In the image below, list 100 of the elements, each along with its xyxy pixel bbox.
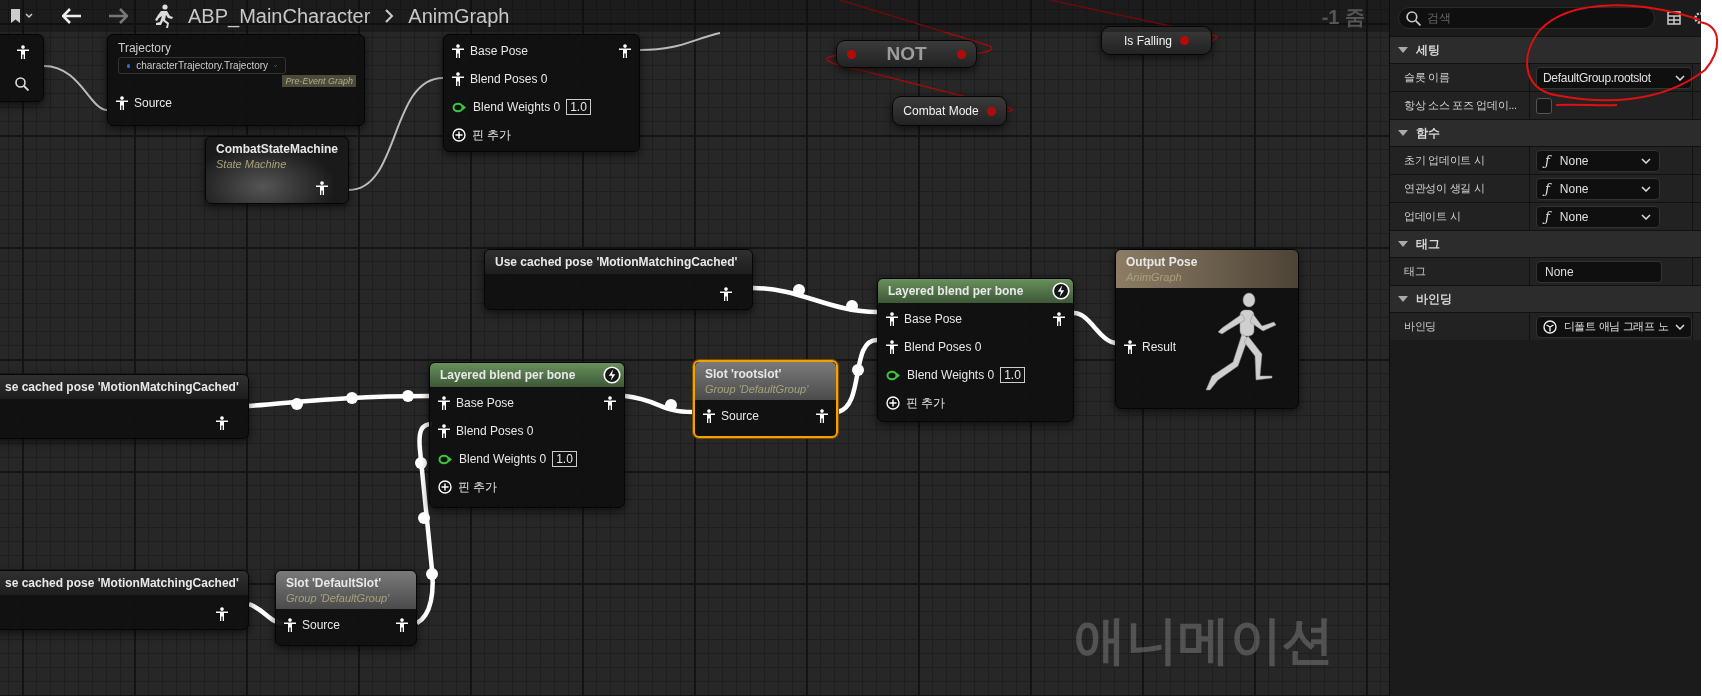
node-title: Combat Mode — [903, 104, 979, 118]
pin-label: 핀 추가 — [458, 478, 498, 496]
pose-wire — [624, 393, 694, 415]
float-pin-icon[interactable] — [886, 369, 901, 381]
node-title: se cached pose 'MotionMatchingCached' — [5, 380, 239, 394]
function-dropdown[interactable]: ƒ None — [1536, 149, 1660, 172]
pose-wire — [1073, 310, 1118, 346]
search-field[interactable]: 검색 — [1398, 7, 1655, 29]
pose-pin-icon[interactable] — [720, 287, 732, 301]
graph-node[interactable]: CombatStateMachine State Machine — [205, 136, 349, 204]
pose-pin-icon[interactable] — [604, 396, 616, 410]
pin-label: Blend Poses 0 — [456, 424, 534, 438]
node-title: Use cached pose 'MotionMatchingCached' — [495, 255, 738, 269]
property-label: 연관성이 생길 시 — [1404, 181, 1485, 196]
graph-node[interactable]: NOT — [836, 40, 977, 68]
value-field[interactable]: 1.0 — [566, 99, 591, 115]
pose-pin-icon[interactable] — [438, 424, 450, 438]
back-arrow-icon[interactable] — [62, 8, 82, 24]
pin-dot-icon[interactable] — [986, 106, 996, 116]
pose-pin-icon[interactable] — [284, 618, 296, 632]
pose-pin-icon[interactable] — [116, 96, 128, 110]
add-pin-icon[interactable] — [438, 480, 452, 494]
pose-pin-icon[interactable] — [886, 340, 898, 354]
caret-icon — [1675, 323, 1685, 330]
node-subtitle: Group 'DefaultGroup' — [286, 592, 391, 604]
collapse-arrow-icon — [1398, 239, 1408, 249]
binding-dropdown[interactable]: 디폴트 애님 그래프 노 — [1536, 315, 1692, 338]
section-header[interactable]: 태그 — [1390, 230, 1701, 257]
graph-tag: Pre-Event Graph — [282, 75, 356, 87]
graph-node[interactable]: Is Falling — [1101, 26, 1212, 55]
table-layout-icon[interactable] — [1667, 11, 1681, 25]
graph-node[interactable]: Use cached pose 'MotionMatchingCached' — [484, 249, 753, 310]
add-pin-icon[interactable] — [886, 396, 900, 410]
node-subtitle: Group 'DefaultGroup' — [705, 383, 810, 395]
float-pin-icon[interactable] — [438, 453, 453, 465]
pose-pin-icon[interactable] — [17, 45, 29, 59]
graph-node[interactable]: Slot 'rootslot' Group 'DefaultGroup' Source — [693, 360, 838, 438]
property-label: 바인딩 — [1404, 319, 1437, 334]
property-label: 태그 — [1404, 264, 1426, 279]
pose-pin-icon[interactable] — [316, 181, 328, 195]
pin-label: Base Pose — [470, 44, 529, 58]
pose-pin-icon[interactable] — [816, 409, 828, 423]
section-title: 바인딩 — [1416, 290, 1452, 308]
breadcrumb-link[interactable]: ABP_MainCharacter — [188, 4, 371, 28]
pose-wire — [43, 65, 108, 111]
pose-pin-icon[interactable] — [396, 618, 408, 632]
pose-pin-icon[interactable] — [1124, 340, 1136, 354]
pose-pin-icon[interactable] — [216, 607, 228, 621]
pose-pin-icon[interactable] — [886, 312, 898, 326]
graph-node[interactable] — [0, 34, 44, 102]
section-header[interactable]: 함수 — [1390, 119, 1701, 146]
graph-node[interactable]: Combat Mode — [892, 96, 1007, 126]
breadcrumb-link[interactable]: AnimGraph — [408, 4, 510, 28]
graph-node[interactable]: Trajectory characterTrajectory.Trajectory Pre-Event Graph Source — [107, 34, 365, 126]
graph-node[interactable]: Layered blend per bone Base Pose Blend Poses 0 Blend Weights 0 1.0 핀 추가 — [877, 278, 1074, 422]
pin-dot-icon[interactable] — [1180, 36, 1189, 45]
search-icon[interactable] — [15, 77, 29, 91]
property-dropdown[interactable]: characterTrajectory.Trajectory — [118, 57, 286, 74]
add-pin-icon[interactable] — [452, 128, 466, 142]
graph-node[interactable]: se cached pose 'MotionMatchingCached' — [0, 374, 249, 439]
running-figure-icon — [152, 4, 174, 28]
section-title: 함수 — [1416, 124, 1440, 142]
node-title: NOT — [886, 43, 927, 65]
pin-dot-icon[interactable] — [957, 49, 966, 59]
node-title: Layered blend per bone — [440, 368, 576, 382]
pose-pin-icon[interactable] — [438, 396, 450, 410]
graph-node[interactable]: Slot 'DefaultSlot' Group 'DefaultGroup' Source — [275, 570, 417, 646]
node-title: CombatStateMachine — [216, 142, 339, 156]
pose-pin-icon[interactable] — [452, 72, 464, 86]
pose-pin-icon[interactable] — [619, 44, 631, 58]
node-icon — [1543, 319, 1557, 334]
forward-arrow-icon[interactable] — [108, 8, 128, 24]
pose-pin-icon[interactable] — [1053, 312, 1065, 326]
pin-label: Blend Poses 0 — [904, 340, 982, 354]
checkbox[interactable] — [1536, 97, 1552, 114]
node-title: Layered blend per bone — [888, 284, 1024, 298]
pose-pin-icon[interactable] — [452, 44, 464, 58]
bookmark-icon[interactable] — [10, 8, 36, 24]
pose-pin-icon[interactable] — [703, 409, 715, 423]
function-dropdown[interactable]: ƒ None — [1536, 205, 1660, 228]
pose-pin-icon[interactable] — [216, 416, 228, 430]
float-pin-icon[interactable] — [452, 101, 467, 113]
collapse-arrow-icon — [1398, 45, 1408, 55]
pin-label: 핀 추가 — [906, 394, 946, 412]
graph-node[interactable]: Base Pose Blend Poses 0 Blend Weights 0 1.0 핀 추가 — [443, 34, 640, 152]
value-field[interactable]: 1.0 — [1000, 367, 1025, 383]
node-title: Output Pose — [1126, 255, 1198, 269]
tag-field[interactable]: None — [1536, 260, 1662, 283]
function-dropdown[interactable]: ƒ None — [1536, 177, 1660, 200]
node-title: Slot 'DefaultSlot' — [286, 576, 382, 590]
settings-icon[interactable] — [1693, 11, 1701, 25]
section-header[interactable]: 바인딩 — [1390, 285, 1701, 312]
pin-dot-icon[interactable] — [847, 49, 856, 59]
graph-node[interactable]: se cached pose 'MotionMatchingCached' — [0, 570, 249, 630]
slot-name-dropdown[interactable]: DefaultGroup.rootslot — [1536, 66, 1692, 89]
section-header[interactable]: 세팅 — [1390, 36, 1701, 63]
value-field[interactable]: 1.0 — [552, 451, 577, 467]
pin-label: Result — [1142, 340, 1176, 354]
pin-label: Base Pose — [904, 312, 963, 326]
graph-node[interactable]: Layered blend per bone Base Pose Blend Poses 0 Blend Weights 0 1.0 핀 추가 — [429, 362, 625, 508]
